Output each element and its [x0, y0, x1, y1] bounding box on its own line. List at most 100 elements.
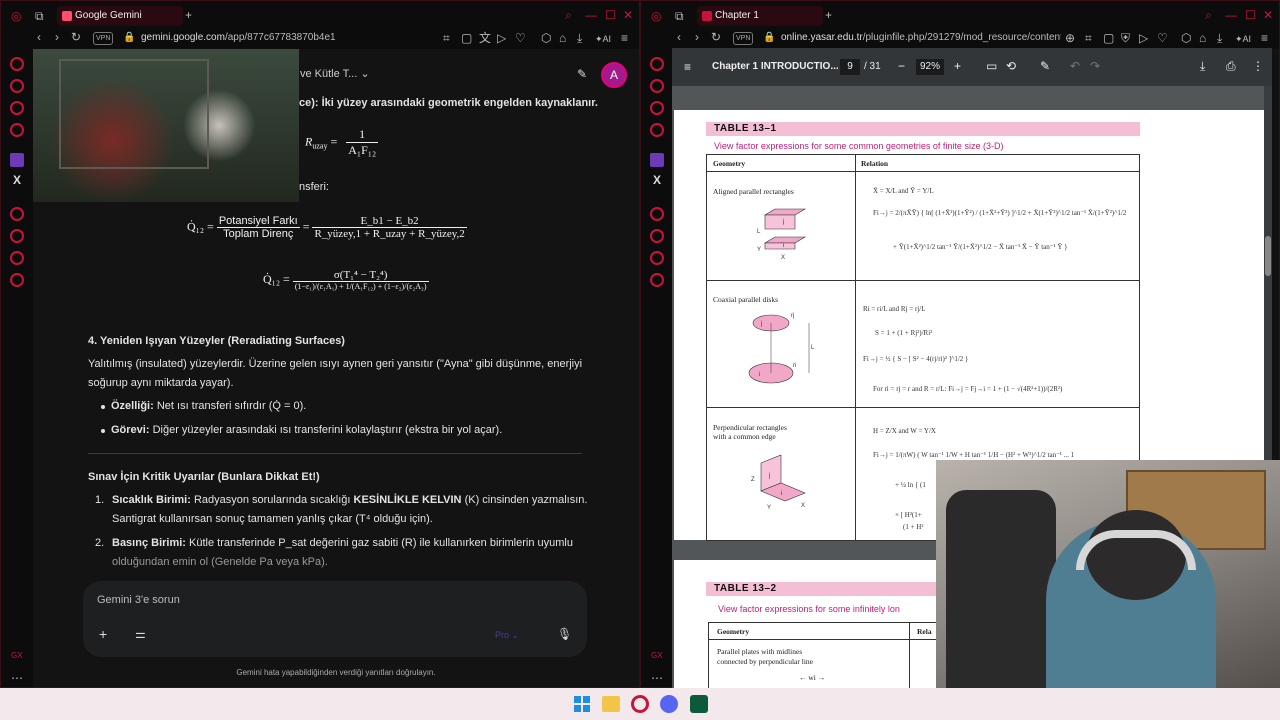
more-options-icon[interactable]: ⋮ [1252, 59, 1264, 73]
opera-gx-icon[interactable] [631, 695, 649, 713]
microphone-icon[interactable]: 🎙 [557, 627, 572, 641]
avatar[interactable]: A [601, 62, 627, 88]
gx-icon[interactable]: GX [651, 649, 663, 663]
undo-icon[interactable]: ↶ [1070, 59, 1080, 73]
browser-logo-icon[interactable]: ◎ [651, 9, 661, 23]
gx-icon[interactable]: GX [11, 649, 23, 663]
heart-icon[interactable]: ♡ [1157, 31, 1168, 45]
twitch-icon[interactable] [650, 153, 664, 167]
settings-icon[interactable] [10, 273, 24, 287]
extensions-icon[interactable]: ⬡ [1181, 31, 1191, 45]
gamepad-icon[interactable]: ⧉ [35, 9, 44, 23]
back-icon[interactable]: ‹ [677, 30, 681, 44]
back-icon[interactable]: ‹ [37, 30, 41, 44]
download-icon[interactable]: ⤓ [1217, 31, 1222, 45]
url-text[interactable]: gemini.google.com/app/877c67783870b4e1 [141, 32, 336, 43]
zoom-out-icon[interactable]: − [898, 59, 905, 73]
translate-icon[interactable]: 文 [479, 31, 491, 45]
messenger-icon[interactable] [650, 123, 664, 137]
history-icon[interactable] [10, 229, 24, 243]
print-icon[interactable]: ⎙ [1226, 59, 1236, 73]
messenger-icon[interactable] [10, 123, 24, 137]
zoom-in-icon[interactable]: + [954, 59, 961, 73]
more-icon[interactable]: ⋯ [651, 671, 663, 685]
bookmark-icon[interactable]: ⌗ [1085, 31, 1092, 45]
maximize-icon[interactable]: ☐ [605, 8, 616, 22]
annotate-icon[interactable]: ✎ [1040, 59, 1050, 73]
extensions-rail-icon[interactable] [10, 251, 24, 265]
ai-sidebar-icon[interactable] [650, 57, 664, 71]
menu-icon[interactable]: ≡ [1261, 31, 1268, 45]
player-icon[interactable] [650, 101, 664, 115]
zoom-icon[interactable]: ⊕ [1065, 31, 1075, 45]
extensions-icon[interactable]: ⬡ [541, 31, 551, 45]
reload-icon[interactable]: ↻ [711, 30, 721, 44]
browser-logo-icon[interactable]: ◎ [11, 9, 21, 23]
vpn-badge[interactable]: VPN [93, 32, 114, 45]
store-icon[interactable] [10, 79, 24, 93]
snapshot-icon[interactable]: ▢ [1103, 31, 1114, 45]
minimize-icon[interactable]: — [1225, 8, 1237, 22]
url-text[interactable]: online.yasar.edu.tr/pluginfile.php/29127… [781, 32, 1061, 43]
forward-icon[interactable]: › [695, 30, 699, 44]
wallet-icon[interactable]: ⌂ [559, 31, 566, 45]
conversation-title[interactable]: si ve Kütle T... ⌄ [289, 67, 370, 82]
play-icon[interactable]: ▷ [497, 31, 506, 45]
minimize-icon[interactable]: — [585, 8, 597, 22]
snapshot-icon[interactable]: ▢ [461, 31, 472, 45]
page-number-input[interactable]: 9 [840, 59, 860, 75]
x-icon[interactable]: X [650, 174, 664, 189]
new-tab-icon[interactable]: + [185, 8, 192, 22]
search-icon[interactable]: ⌕ [1205, 8, 1212, 22]
video-icon[interactable] [650, 207, 664, 221]
download-icon[interactable]: ⤓ [577, 31, 582, 45]
download-pdf-icon[interactable]: ⤓ [1200, 59, 1205, 73]
extensions-rail-icon[interactable] [650, 251, 664, 265]
tools-icon[interactable]: ⚌ [135, 627, 146, 641]
model-selector[interactable]: Pro ⌄ [495, 628, 519, 643]
settings-icon[interactable] [650, 273, 664, 287]
new-tab-icon[interactable]: + [825, 8, 832, 22]
store-icon[interactable] [650, 79, 664, 93]
windows-start-icon[interactable] [574, 696, 590, 712]
player-icon[interactable] [10, 101, 24, 115]
gamepad-icon[interactable]: ⧉ [675, 9, 684, 23]
redo-icon[interactable]: ↷ [1090, 59, 1100, 73]
search-icon[interactable]: ⌕ [565, 8, 572, 22]
close-icon[interactable]: ✕ [1263, 8, 1273, 22]
zoom-input[interactable]: 92% [916, 59, 944, 75]
hamburger-icon[interactable]: ≡ [684, 60, 691, 74]
discord-icon[interactable] [660, 695, 678, 713]
play-icon[interactable]: ▷ [1139, 31, 1148, 45]
twitch-icon[interactable] [10, 153, 24, 167]
video-icon[interactable] [10, 207, 24, 221]
table-title: TABLE 13–1 [706, 122, 1140, 136]
tab-gemini[interactable]: Google Gemini [57, 6, 183, 26]
wallet-icon[interactable]: ⌂ [1199, 31, 1206, 45]
tab-pdf[interactable]: Chapter 1 INTRODUCTIO [697, 6, 823, 41]
add-icon[interactable]: + [99, 627, 107, 641]
ai-button[interactable]: ✦AI [595, 32, 611, 46]
x-icon[interactable]: X [10, 174, 24, 189]
rotate-icon[interactable]: ⟲ [1006, 59, 1016, 73]
scrollbar-thumb[interactable] [1265, 236, 1271, 276]
reload-icon[interactable]: ↻ [71, 30, 81, 44]
maximize-icon[interactable]: ☐ [1245, 8, 1256, 22]
more-icon[interactable]: ⋯ [11, 671, 23, 685]
file-explorer-icon[interactable] [602, 696, 620, 712]
menu-icon[interactable]: ≡ [621, 31, 628, 45]
new-chat-icon[interactable]: ✎ [577, 67, 587, 81]
shield-icon[interactable]: ⛨ [1121, 31, 1130, 45]
app-icon[interactable] [690, 695, 708, 713]
close-icon[interactable]: ✕ [623, 8, 633, 22]
history-icon[interactable] [650, 229, 664, 243]
vpn-badge[interactable]: VPN [733, 32, 754, 45]
fit-page-icon[interactable]: ▭ [986, 59, 997, 73]
forward-icon[interactable]: › [55, 30, 59, 44]
heart-icon[interactable]: ♡ [515, 31, 526, 45]
ai-button[interactable]: ✦AI [1235, 32, 1251, 46]
webcam-overlay [936, 460, 1280, 720]
bookmark-icon[interactable]: ⌗ [443, 31, 450, 45]
prompt-input[interactable]: Gemini 3'e sorun [97, 593, 180, 608]
ai-sidebar-icon[interactable] [10, 57, 24, 71]
